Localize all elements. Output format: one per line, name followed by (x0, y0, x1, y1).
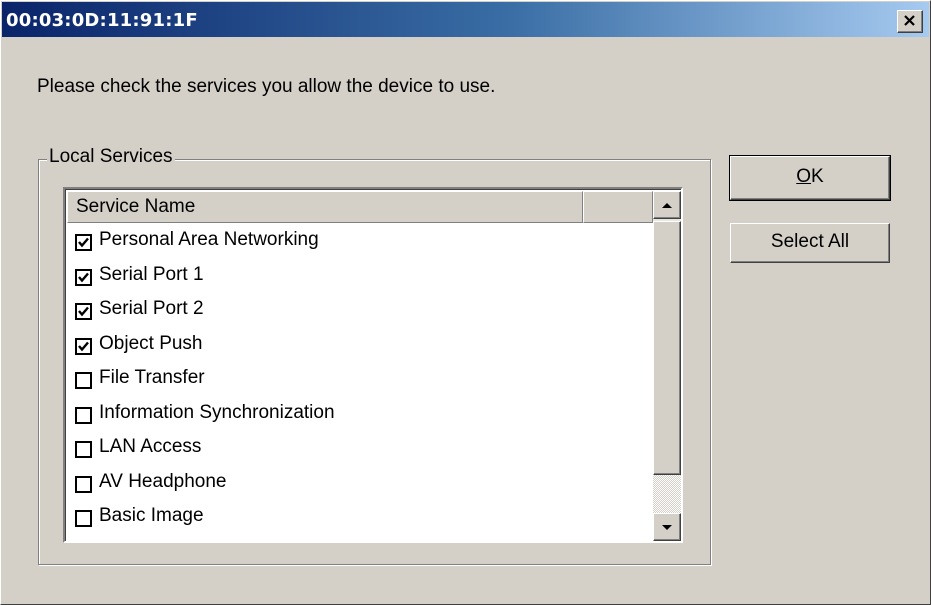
column-header-service-name[interactable]: Service Name (67, 191, 583, 223)
checkmark-icon (78, 306, 89, 317)
ok-button[interactable]: OK (729, 155, 891, 201)
column-header-label: Service Name (76, 196, 196, 217)
list-item-label: AV Headphone (99, 470, 227, 492)
checkbox-unchecked[interactable] (75, 475, 92, 493)
arrow-down-icon (662, 525, 672, 530)
checkbox-unchecked[interactable] (75, 510, 92, 527)
checkbox-checked[interactable] (75, 337, 92, 355)
column-header-empty[interactable] (583, 191, 653, 223)
checkbox-checked[interactable] (75, 268, 92, 286)
instruction-text: Please check the services you allow the … (37, 76, 496, 97)
ok-mnemonic: O (796, 166, 812, 187)
list-item-label: Personal Area Networking (99, 229, 319, 250)
checkbox-unchecked[interactable] (75, 441, 92, 458)
dialog-window: 00:03:0D:11:91:1F Please check the servi… (0, 0, 931, 605)
checkbox-unchecked[interactable] (75, 372, 92, 389)
arrow-up-icon (662, 203, 672, 208)
scroll-up-button[interactable] (653, 191, 681, 219)
vertical-scrollbar[interactable] (653, 191, 681, 541)
scroll-thumb[interactable] (653, 221, 681, 475)
checkbox-checked[interactable] (75, 234, 92, 251)
scroll-track[interactable] (653, 475, 681, 513)
services-list[interactable]: Service Name Personal Area Networking Ser… (63, 187, 683, 543)
list-item-label: Basic Image (99, 505, 204, 526)
title-bar[interactable]: 00:03:0D:11:91:1F (2, 2, 929, 37)
checkmark-icon (78, 272, 89, 282)
list-item-label: Object Push (99, 332, 203, 354)
list-item-label: Serial Port 2 (99, 298, 204, 319)
group-label: Local Services (47, 146, 175, 168)
list-item-label: Serial Port 1 (99, 263, 204, 285)
list-item-label: File Transfer (99, 367, 205, 388)
scroll-down-button[interactable] (653, 513, 681, 541)
list-item-label: LAN Access (99, 436, 202, 457)
close-icon (904, 15, 915, 26)
close-button[interactable] (897, 10, 923, 33)
checkmark-icon (78, 341, 89, 351)
window-title: 00:03:0D:11:91:1F (6, 10, 198, 31)
select-all-button[interactable]: Select All (730, 223, 890, 263)
list-item-label: Information Synchronization (99, 401, 335, 423)
checkmark-icon (78, 237, 89, 248)
ok-label-rest: K (811, 166, 824, 187)
checkbox-checked[interactable] (75, 303, 92, 320)
checkbox-unchecked[interactable] (75, 406, 92, 424)
